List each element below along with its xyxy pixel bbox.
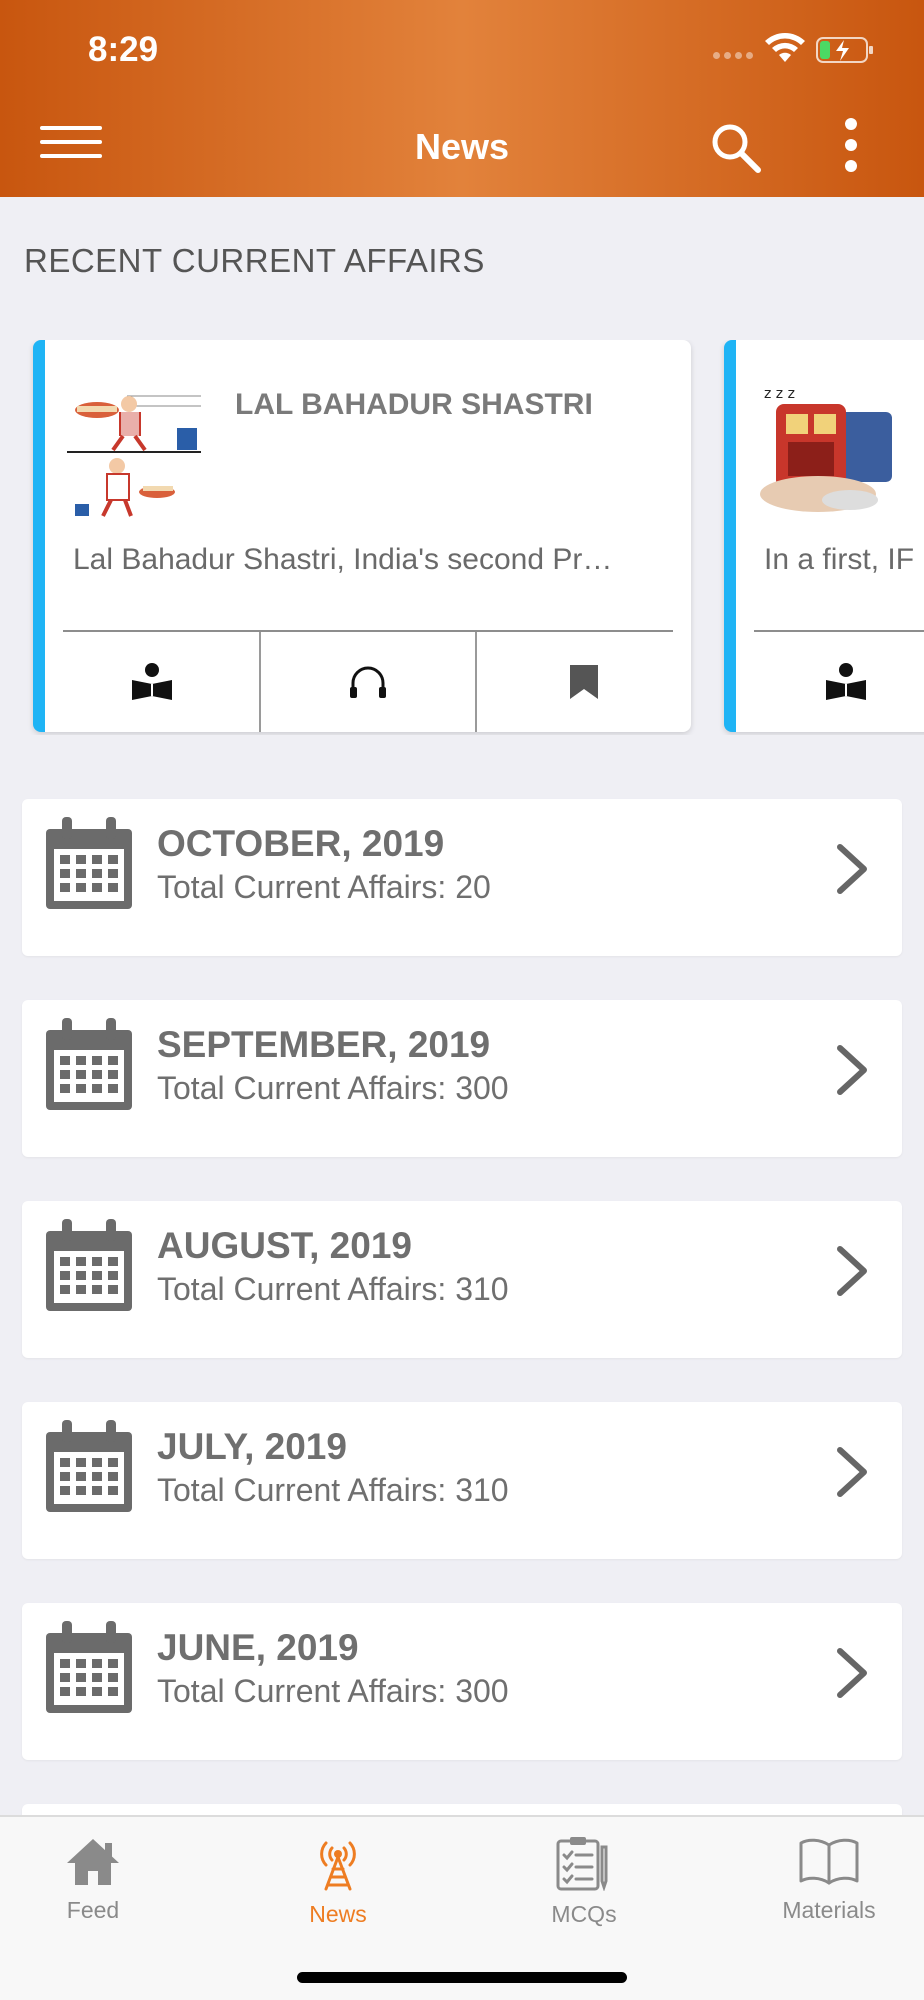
tab-label: Materials bbox=[782, 1897, 876, 1923]
month-title: JUNE, 2019 bbox=[157, 1627, 359, 1668]
month-total: Total Current Affairs: 310 bbox=[157, 1472, 509, 1508]
recent-affairs-carousel[interactable]: LAL BAHADUR SHASTRI Lal Bahadur Shastri,… bbox=[0, 340, 924, 735]
month-total: Total Current Affairs: 310 bbox=[157, 1271, 509, 1307]
cartoon-baker-image bbox=[67, 382, 201, 518]
month-list: OCTOBER, 2019 Total Current Affairs: 20 … bbox=[22, 799, 902, 1908]
page-title: News bbox=[414, 126, 510, 167]
calendar-icon bbox=[46, 1219, 132, 1311]
month-total: Total Current Affairs: 300 bbox=[157, 1070, 509, 1106]
chevron-right-icon bbox=[837, 1045, 867, 1095]
tab-label: MCQs bbox=[551, 1901, 617, 1927]
wifi-icon bbox=[765, 33, 805, 62]
reader-icon bbox=[825, 663, 866, 700]
search-icon[interactable] bbox=[708, 120, 764, 176]
more-options-button[interactable] bbox=[838, 118, 864, 178]
affair-card-summary: Lal Bahadur Shastri, India's second Pr… bbox=[73, 543, 613, 576]
calendar-icon bbox=[46, 1018, 132, 1110]
list-item-month[interactable]: AUGUST, 2019 Total Current Affairs: 310 bbox=[22, 1201, 902, 1358]
chevron-right-icon bbox=[837, 1648, 867, 1698]
home-icon bbox=[67, 1839, 119, 1885]
status-time: 8:29 bbox=[88, 30, 159, 69]
battery-icon bbox=[816, 37, 873, 63]
section-heading: RECENT CURRENT AFFAIRS bbox=[24, 242, 485, 279]
affair-card-title: LAL BAHADUR SHASTRI bbox=[235, 388, 593, 421]
affair-card-actions bbox=[45, 632, 691, 732]
affair-card-actions bbox=[736, 632, 924, 732]
chevron-right-icon bbox=[837, 1246, 867, 1296]
month-title: JULY, 2019 bbox=[157, 1426, 347, 1467]
reader-icon bbox=[132, 663, 172, 700]
home-indicator bbox=[297, 1972, 627, 1983]
month-title: SEPTEMBER, 2019 bbox=[157, 1024, 491, 1065]
month-total: Total Current Affairs: 300 bbox=[157, 1673, 509, 1709]
chevron-right-icon bbox=[837, 844, 867, 894]
list-item-month[interactable]: JUNE, 2019 Total Current Affairs: 300 bbox=[22, 1603, 902, 1760]
calendar-icon bbox=[46, 1420, 132, 1512]
clipboard-icon bbox=[556, 1837, 608, 1891]
app-header: 8:29 News bbox=[0, 0, 924, 197]
cartoon-train-image: z z z bbox=[758, 382, 892, 518]
month-title: AUGUST, 2019 bbox=[157, 1225, 412, 1266]
calendar-icon bbox=[46, 817, 132, 909]
affair-card[interactable]: z z z T In a first, IF bbox=[724, 340, 924, 732]
headphones-icon bbox=[350, 666, 386, 698]
month-title: OCTOBER, 2019 bbox=[157, 823, 445, 864]
list-item-month[interactable]: SEPTEMBER, 2019 Total Current Affairs: 3… bbox=[22, 1000, 902, 1157]
book-icon bbox=[799, 1838, 859, 1885]
tab-materials[interactable]: Materials bbox=[739, 1835, 919, 1924]
read-button[interactable] bbox=[736, 632, 924, 732]
tab-label: Feed bbox=[66, 1897, 120, 1923]
svg-text:z z z: z z z bbox=[764, 386, 795, 402]
cellular-signal-icon bbox=[713, 52, 753, 59]
tab-mcqs[interactable]: MCQs bbox=[494, 1835, 674, 1928]
affair-card[interactable]: LAL BAHADUR SHASTRI Lal Bahadur Shastri,… bbox=[33, 340, 691, 732]
calendar-icon bbox=[46, 1621, 132, 1713]
bookmark-icon bbox=[570, 665, 598, 699]
tab-feed[interactable]: Feed bbox=[3, 1835, 183, 1924]
chevron-right-icon bbox=[837, 1447, 867, 1497]
tower-icon bbox=[320, 1841, 356, 1891]
read-button[interactable] bbox=[45, 632, 261, 732]
month-total: Total Current Affairs: 20 bbox=[157, 869, 491, 905]
list-item-month[interactable]: OCTOBER, 2019 Total Current Affairs: 20 bbox=[22, 799, 902, 956]
listen-button[interactable] bbox=[261, 632, 477, 732]
tab-news[interactable]: News bbox=[248, 1835, 428, 1928]
tab-label: News bbox=[309, 1901, 367, 1927]
affair-card-summary: In a first, IF bbox=[764, 543, 915, 576]
bookmark-button[interactable] bbox=[477, 632, 691, 732]
list-item-month[interactable]: JULY, 2019 Total Current Affairs: 310 bbox=[22, 1402, 902, 1559]
